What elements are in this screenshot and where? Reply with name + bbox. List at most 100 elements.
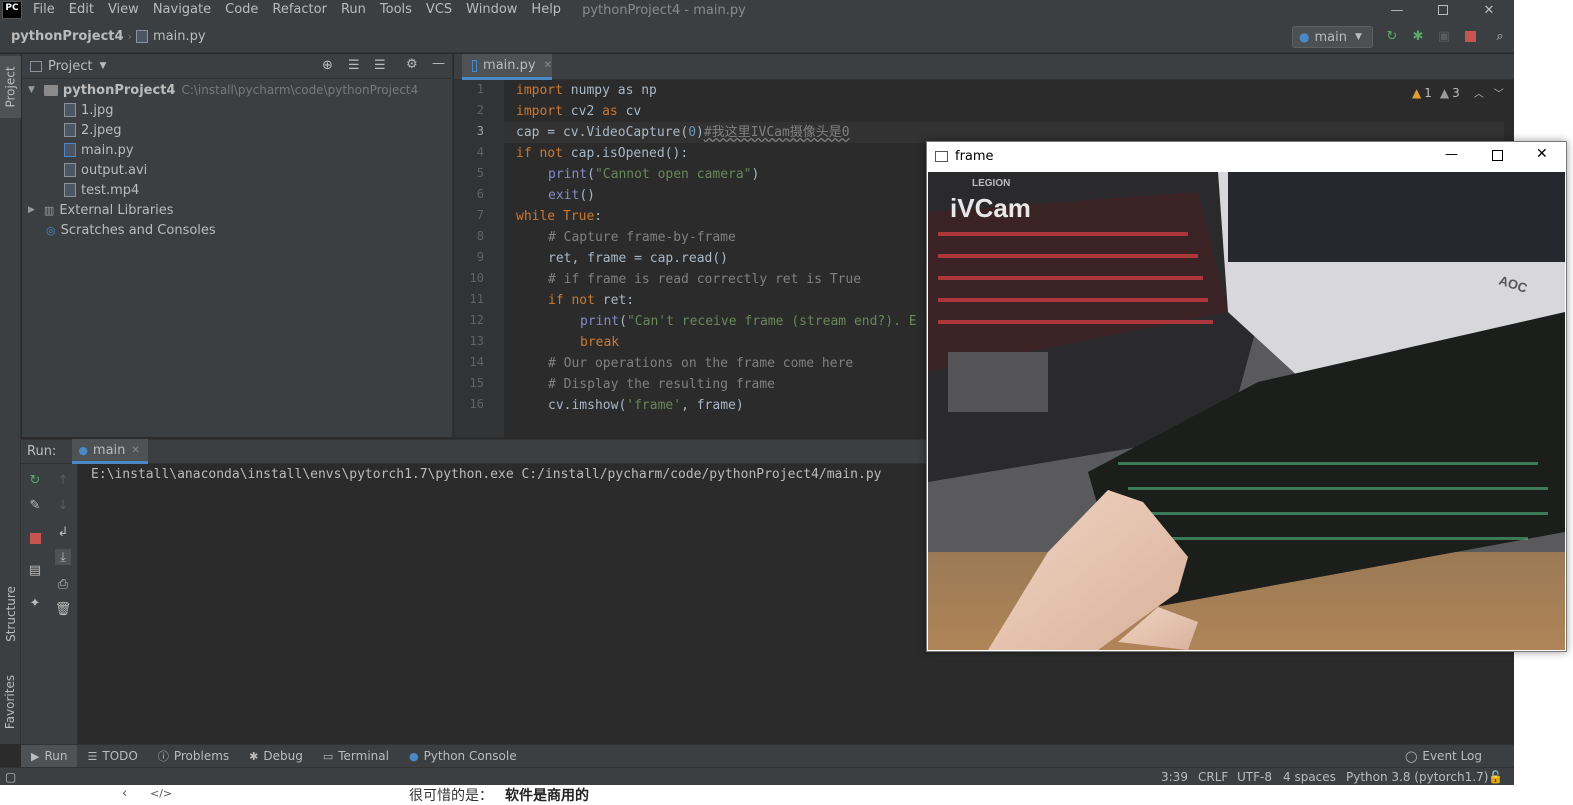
soft-wrap-button[interactable]: ↲	[55, 524, 71, 540]
tree-external-libraries[interactable]: ▶ ▥ External Libraries	[28, 200, 174, 220]
line-number: 9	[476, 250, 484, 264]
run-toolbar-primary: ↻ ✎ ▤ ✦	[21, 464, 49, 744]
menu-vcs[interactable]: VCS	[419, 0, 459, 20]
unknown-file-icon	[64, 183, 76, 197]
scroll-up-button[interactable]: ↑	[55, 472, 71, 488]
search-button[interactable]: ⌕	[1492, 28, 1508, 44]
close-button[interactable]: ✕	[1466, 0, 1512, 20]
maximize-button[interactable]	[1420, 0, 1466, 20]
toolwindow-run[interactable]: ▶ Run	[21, 744, 78, 768]
file-item[interactable]: test.mp4	[64, 180, 139, 200]
coverage-button[interactable]: ▣	[1436, 28, 1452, 44]
lock-icon[interactable]: 🔓	[1488, 768, 1503, 785]
menu-edit[interactable]: Edit	[62, 0, 101, 20]
run-configuration-select[interactable]: ● main ▼	[1292, 26, 1373, 48]
python-icon: ●	[78, 443, 88, 457]
file-item[interactable]: output.avi	[64, 160, 147, 180]
line-number: 3	[476, 124, 484, 138]
breadcrumb-file[interactable]: main.py	[153, 29, 206, 44]
event-log-icon: ◯	[1405, 749, 1418, 763]
minimize-button[interactable]: —	[1445, 147, 1458, 162]
toolwindow-label: Problems	[173, 749, 230, 763]
tree-scratches[interactable]: ◎ Scratches and Consoles	[46, 220, 216, 240]
toolwindow-terminal[interactable]: ▭ Terminal	[313, 745, 399, 768]
toolwindow-debug[interactable]: ✱ Debug	[239, 745, 313, 768]
menu-code[interactable]: Code	[218, 0, 265, 20]
settings-button[interactable]: ✎	[27, 497, 43, 513]
file-item[interactable]: main.py	[64, 140, 134, 160]
tool-window-bar: ▶ Run ☰ TODO ⓘ Problems ✱ Debug ▭ Terminal ● P…	[21, 744, 1514, 768]
locate-icon[interactable]: ⊕	[322, 58, 333, 73]
camera-scene: iVCam LEGION AOC	[928, 172, 1565, 650]
inspection-widget[interactable]: ▲ 1 ▲ 3 ︿ ﹀	[1412, 85, 1504, 101]
scroll-to-end-button[interactable]: ⤓	[55, 549, 71, 565]
toolwindow-event-log[interactable]: ◯ Event Log	[1395, 745, 1492, 768]
collapse-all-icon[interactable]: ☰	[374, 58, 386, 73]
image-file-icon	[64, 123, 76, 137]
close-button[interactable]: ✕	[1536, 146, 1548, 162]
toolwindow-problems[interactable]: ⓘ Problems	[148, 745, 239, 768]
menu-refactor[interactable]: Refactor	[265, 0, 334, 20]
navigation-bar: pythonProject4 › main.py ● main ▼ ↻ ✱ ▣ …	[0, 20, 1514, 53]
toggle-tool-windows-icon[interactable]: ▢	[5, 768, 16, 785]
caret-position[interactable]: 3:39	[1161, 768, 1188, 785]
clear-button[interactable]: 🗑	[55, 601, 72, 617]
indent-setting[interactable]: 4 spaces	[1283, 768, 1336, 785]
info-icon: ⓘ	[157, 750, 169, 763]
chevron-down-icon: ▼	[28, 85, 35, 95]
menu-help[interactable]: Help	[524, 0, 568, 20]
debug-button[interactable]: ✱	[1410, 28, 1426, 44]
menu-window[interactable]: Window	[459, 0, 524, 20]
chevron-right-icon: ▶	[28, 205, 35, 215]
code-line: print("Cannot open camera")	[548, 167, 760, 182]
run-tab-main[interactable]: ● main ✕	[72, 439, 148, 464]
code-line: if not cap.isOpened():	[516, 146, 689, 161]
print-icon: ⎙	[57, 576, 69, 592]
expand-all-icon[interactable]: ☰	[348, 58, 360, 73]
frame-title-bar[interactable]: frame — ✕	[927, 142, 1566, 171]
menu-navigate[interactable]: Navigate	[146, 0, 218, 20]
run-configuration-label: main	[1314, 29, 1347, 45]
breadcrumb-project[interactable]: pythonProject4	[11, 29, 124, 44]
file-item[interactable]: 2.jpeg	[64, 120, 122, 140]
rerun-button[interactable]: ↻	[1384, 28, 1400, 44]
hide-panel-icon[interactable]: —	[432, 56, 445, 71]
close-tab-icon[interactable]: ✕	[131, 445, 139, 456]
file-encoding[interactable]: UTF-8	[1237, 768, 1272, 785]
menu-run[interactable]: Run	[334, 0, 373, 20]
scroll-down-button[interactable]: ↓	[55, 497, 71, 513]
favorites-tool-tab[interactable]: Favorites	[0, 662, 21, 742]
toolwindow-python-console[interactable]: ● Python Console	[399, 745, 527, 768]
structure-tool-tab[interactable]: Structure	[0, 574, 21, 654]
project-tool-tab[interactable]: Project	[0, 56, 21, 118]
stop-button[interactable]	[27, 530, 43, 546]
minimize-button[interactable]: —	[1374, 0, 1420, 20]
toolwindow-label: Python Console	[423, 749, 517, 763]
project-view-select[interactable]: Project	[48, 59, 92, 74]
file-name: main.py	[81, 142, 134, 158]
rerun-button[interactable]: ↻	[27, 472, 43, 488]
pin-button[interactable]: ✦	[27, 595, 43, 611]
maximize-button[interactable]	[1492, 150, 1503, 161]
menu-file[interactable]: File	[26, 0, 62, 20]
toolwindow-label: Run	[44, 749, 68, 763]
tree-root[interactable]: ▼ pythonProject4 C:\install\pycharm\code…	[28, 80, 418, 100]
file-item[interactable]: 1.jpg	[64, 100, 114, 120]
laptop-brand-text: LEGION	[972, 178, 1010, 189]
menu-view[interactable]: View	[101, 0, 146, 20]
close-tab-icon[interactable]: ✕	[544, 60, 552, 71]
code-icon[interactable]: </>	[150, 787, 172, 800]
frame-window[interactable]: frame — ✕ iVCam LEGION AOC	[926, 141, 1567, 652]
stop-button[interactable]	[1462, 28, 1478, 44]
chevron-left-icon[interactable]: ‹	[122, 786, 127, 801]
gear-icon[interactable]: ⚙	[406, 57, 418, 72]
menu-tools[interactable]: Tools	[373, 0, 419, 20]
chevron-down-icon[interactable]: ﹀	[1494, 85, 1504, 100]
tab-main-py[interactable]: main.py ✕	[462, 54, 552, 80]
python-interpreter[interactable]: Python 3.8 (pytorch1.7)	[1346, 768, 1488, 785]
toolwindow-todo[interactable]: ☰ TODO	[77, 745, 147, 768]
layout-button[interactable]: ▤	[27, 562, 43, 578]
print-button[interactable]: ⎙	[55, 576, 71, 592]
line-separator[interactable]: CRLF	[1198, 768, 1228, 785]
chevron-up-icon[interactable]: ︿	[1474, 85, 1484, 100]
